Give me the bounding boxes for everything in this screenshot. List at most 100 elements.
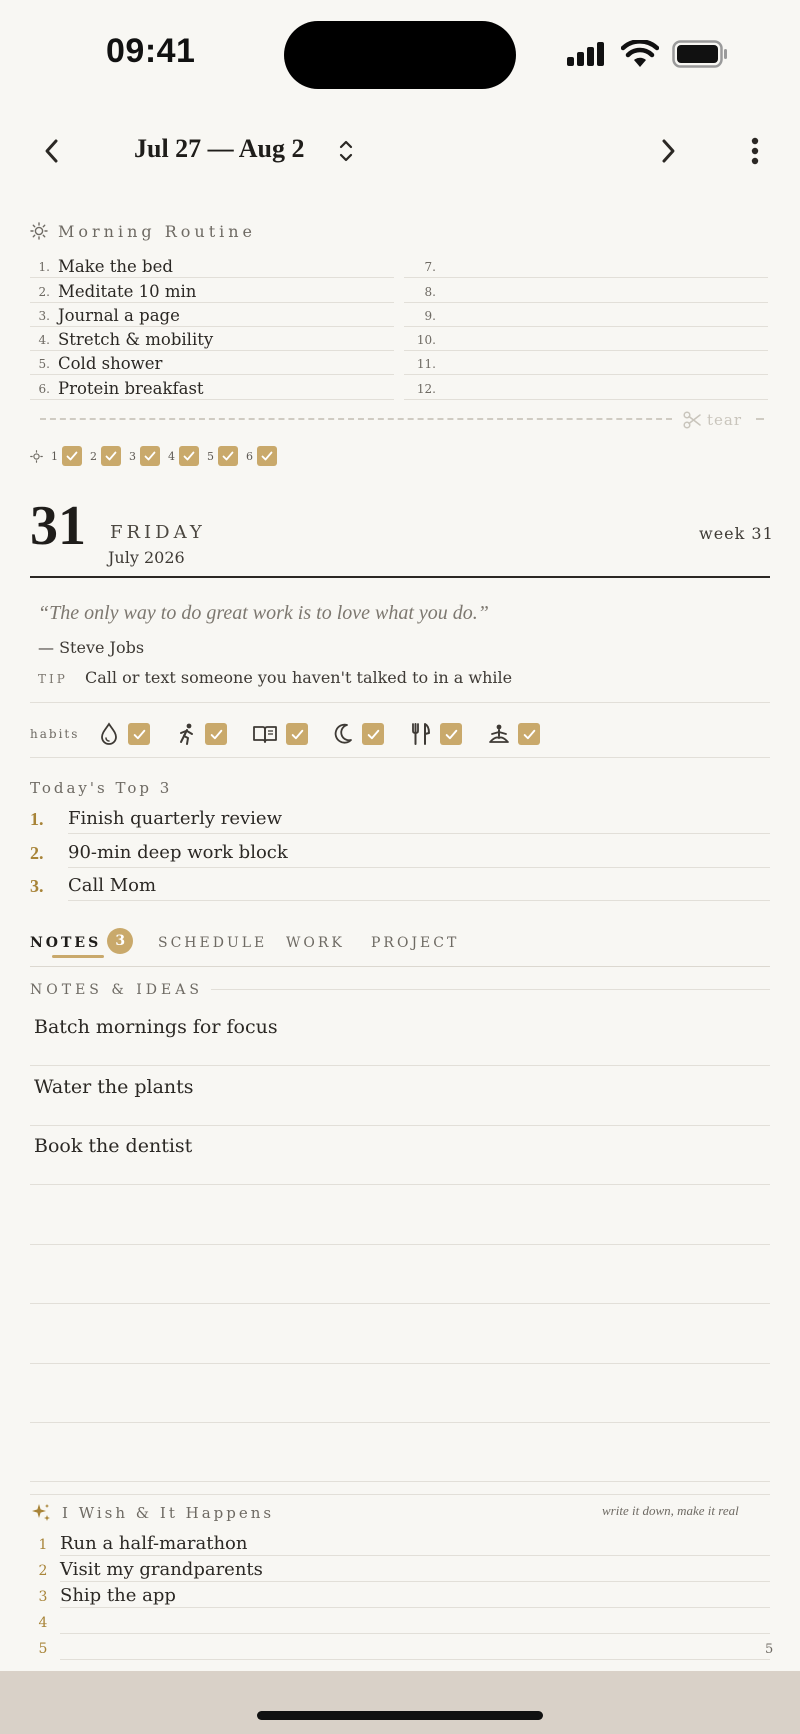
habit-water[interactable] xyxy=(98,722,150,746)
routine-checkbox[interactable] xyxy=(218,446,238,466)
wish-item[interactable]: 4 xyxy=(30,1608,770,1634)
habit-checkbox[interactable] xyxy=(518,723,540,745)
week-range-title[interactable]: Jul 27 — Aug 2 xyxy=(134,134,305,164)
checkmark-icon xyxy=(291,729,303,739)
wish-item-text: Run a half-marathon xyxy=(60,1530,770,1556)
note-line[interactable] xyxy=(30,1363,770,1423)
routine-item-text: Journal a page xyxy=(58,305,180,325)
book-icon xyxy=(253,726,277,743)
routine-item-number: 9. xyxy=(424,308,436,323)
note-line[interactable]: Batch mornings for focus xyxy=(30,1006,770,1066)
routine-checkbox[interactable] xyxy=(257,446,277,466)
tab-work[interactable]: WORK xyxy=(286,935,345,951)
tear-divider-end xyxy=(756,418,764,420)
routine-item-number: 5. xyxy=(38,357,50,372)
habit-sleep[interactable] xyxy=(332,722,384,746)
note-text: Batch mornings for focus xyxy=(34,1016,278,1038)
routine-item[interactable]: 12. xyxy=(404,375,768,400)
sun-icon xyxy=(30,449,43,463)
routine-item[interactable]: 3. Journal a page xyxy=(30,303,394,327)
tear-handle[interactable]: tear xyxy=(683,411,742,429)
routine-item-number: 7. xyxy=(424,260,436,275)
note-line[interactable] xyxy=(30,1185,770,1245)
top3-item[interactable]: 2. 90-min deep work block xyxy=(30,835,770,868)
note-line[interactable] xyxy=(30,1244,770,1304)
moon-icon xyxy=(334,723,352,744)
routine-checkbox[interactable] xyxy=(140,446,160,466)
sun-icon xyxy=(30,222,48,240)
habit-checkbox[interactable] xyxy=(286,723,308,745)
top3-item[interactable]: 1. Finish quarterly review xyxy=(30,801,770,834)
note-line[interactable]: Book the dentist xyxy=(30,1125,770,1185)
routine-item[interactable]: 9. xyxy=(404,303,768,327)
routine-item-number: 3. xyxy=(38,308,50,323)
habit-run[interactable] xyxy=(175,722,227,746)
wish-item[interactable]: 3 Ship the app xyxy=(30,1582,770,1608)
note-line[interactable] xyxy=(30,1422,770,1482)
top3-item[interactable]: 3. Call Mom xyxy=(30,868,770,901)
status-time: 09:41 xyxy=(106,32,196,70)
routine-item[interactable]: 2. Meditate 10 min xyxy=(30,278,394,303)
wifi-icon xyxy=(621,40,659,67)
sparkles-icon xyxy=(32,1504,50,1521)
tip-label: TIP xyxy=(38,672,68,686)
wish-item-number: 4 xyxy=(38,1615,48,1631)
checkmark-icon xyxy=(367,729,379,739)
routine-item[interactable]: 1. Make the bed xyxy=(30,254,394,279)
wish-item[interactable]: 1 Run a half-marathon xyxy=(30,1530,770,1556)
water-drop-icon xyxy=(101,722,117,745)
tab-schedule[interactable]: SCHEDULE xyxy=(158,935,267,951)
battery-icon xyxy=(672,40,727,68)
chevron-up-down-icon[interactable] xyxy=(338,138,354,164)
wish-item-number: 3 xyxy=(38,1589,48,1605)
routine-item-text: Stretch & mobility xyxy=(58,330,214,350)
habit-meditate[interactable] xyxy=(488,722,540,746)
routine-column-right: 7. 8. 9. 10. 11. 12. xyxy=(404,254,768,400)
routine-item[interactable]: 11. xyxy=(404,351,768,376)
habit-checkbox[interactable] xyxy=(205,723,227,745)
wish-item-number: 1 xyxy=(38,1537,48,1553)
checkmark-icon xyxy=(523,729,535,739)
wish-item[interactable]: 2 Visit my grandparents xyxy=(30,1556,770,1582)
routine-checkbox[interactable] xyxy=(62,446,82,466)
tab-notes-label: NOTES xyxy=(30,935,102,951)
wish-header: I Wish & It Happens xyxy=(30,1502,274,1524)
more-vertical-icon[interactable] xyxy=(748,136,762,166)
routine-item[interactable]: 6. Protein breakfast xyxy=(30,375,394,400)
routine-checkbox[interactable] xyxy=(179,446,199,466)
habit-checkbox[interactable] xyxy=(128,723,150,745)
weekday-label: FRIDAY xyxy=(110,522,206,543)
top3-item-text: 90-min deep work block xyxy=(68,842,770,868)
check-number: 2 xyxy=(90,449,97,463)
tear-divider[interactable] xyxy=(40,418,672,420)
active-tab-indicator xyxy=(52,955,104,958)
notes-section-title: NOTES & IDEAS xyxy=(30,982,211,998)
chevron-right-icon[interactable] xyxy=(656,136,680,166)
habit-eat[interactable] xyxy=(410,722,462,746)
check-number: 3 xyxy=(129,449,136,463)
routine-checkbox[interactable] xyxy=(101,446,121,466)
habits-label: habits xyxy=(30,727,80,741)
habit-checkbox[interactable] xyxy=(362,723,384,745)
habit-read[interactable] xyxy=(252,722,308,746)
wish-item[interactable]: 5 xyxy=(30,1634,770,1660)
routine-item-number: 11. xyxy=(416,357,436,372)
tab-project[interactable]: PROJECT xyxy=(371,935,459,951)
routine-item[interactable]: 7. xyxy=(404,254,768,279)
note-line[interactable]: Water the plants xyxy=(30,1066,770,1126)
habit-checkbox[interactable] xyxy=(440,723,462,745)
routine-item[interactable]: 8. xyxy=(404,278,768,303)
routine-item[interactable]: 4. Stretch & mobility xyxy=(30,327,394,352)
home-indicator[interactable] xyxy=(257,1711,543,1720)
routine-item[interactable]: 10. xyxy=(404,327,768,352)
wish-item-text xyxy=(60,1608,770,1634)
note-line[interactable] xyxy=(30,1304,770,1364)
wish-item-text xyxy=(60,1634,770,1660)
checkmark-icon xyxy=(133,729,145,739)
chevron-left-icon[interactable] xyxy=(40,136,64,166)
meditation-icon xyxy=(489,724,509,743)
wish-item-number: 5 xyxy=(38,1641,48,1657)
routine-item[interactable]: 5. Cold shower xyxy=(30,351,394,376)
wish-item-text: Ship the app xyxy=(60,1582,770,1608)
tab-notes[interactable]: NOTES 3 xyxy=(30,928,134,956)
